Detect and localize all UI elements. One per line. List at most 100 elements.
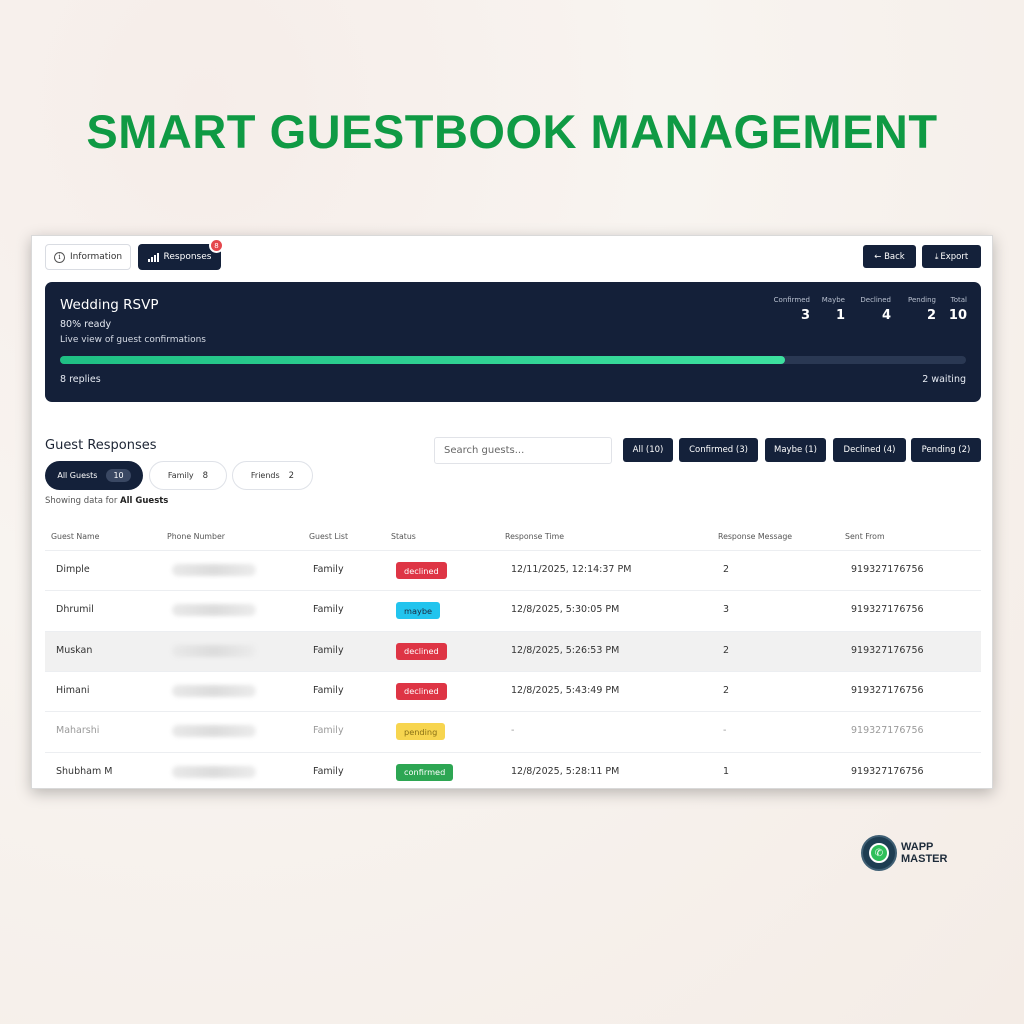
stat-value: 1: [835, 308, 845, 323]
guest-list: Family: [313, 765, 344, 777]
col-header-response-message[interactable]: Response Message: [718, 532, 792, 541]
stat-label: Confirmed: [773, 296, 810, 304]
stat-total: Total 10: [949, 296, 967, 323]
logo-line-1: WAPP: [901, 841, 934, 853]
waiting-count: 2 waiting: [922, 374, 966, 385]
stat-label: Total: [950, 296, 967, 304]
guest-list: Family: [313, 725, 344, 737]
filter-confirmed[interactable]: Confirmed (3): [679, 438, 758, 462]
sent-from: 919327176756: [851, 644, 924, 656]
info-icon: i: [53, 251, 65, 263]
filter-all[interactable]: All (10): [623, 438, 673, 462]
list-pill-family[interactable]: Family 8: [149, 461, 227, 490]
logo-line-2: MASTER: [901, 853, 948, 865]
brand-logo: ✆ WAPP MASTER: [861, 835, 947, 871]
showing-prefix: Showing data for: [45, 496, 121, 506]
replies-count: 8 replies: [60, 374, 101, 385]
response-time: -: [511, 725, 515, 737]
sent-from: 919327176756: [851, 765, 924, 777]
guest-name: Maharshi: [56, 725, 100, 737]
phone-number-redacted: [172, 644, 256, 657]
back-button[interactable]: ← Back: [863, 245, 916, 268]
sent-from: 919327176756: [851, 684, 924, 696]
guest-list: Family: [313, 684, 344, 696]
whatsapp-logo-icon: ✆: [861, 835, 897, 871]
response-time: 12/8/2025, 5:43:49 PM: [511, 684, 620, 696]
stat-pending: Pending 2: [908, 296, 936, 323]
bar-chart-icon: [147, 252, 159, 262]
response-time: 12/8/2025, 5:28:11 PM: [511, 765, 620, 777]
filter-declined[interactable]: Declined (4): [833, 438, 906, 462]
tab-information-label: Information: [69, 252, 123, 262]
tab-information[interactable]: i Information: [45, 244, 131, 270]
stat-label: Maybe: [821, 296, 845, 304]
status-badge: declined: [396, 562, 447, 579]
pill-label: Family: [167, 471, 194, 480]
export-label: Export: [940, 251, 969, 262]
stat-label: Declined: [860, 296, 891, 304]
filter-pending[interactable]: Pending (2): [911, 438, 981, 462]
col-header-guest-list[interactable]: Guest List: [309, 532, 348, 541]
stat-value: 2: [926, 308, 936, 323]
ready-percent: 80% ready: [60, 319, 112, 330]
list-pill-all-guests[interactable]: All Guests 10: [45, 461, 143, 490]
phone-number-redacted: [172, 604, 256, 617]
status-badge: confirmed: [396, 763, 454, 781]
table-row[interactable]: Himani Family declined 12/8/2025, 5:43:49 P…: [45, 670, 981, 711]
event-title: Wedding RSVP: [60, 297, 159, 313]
response-time: 12/8/2025, 5:30:05 PM: [511, 604, 620, 616]
showing-filter-text: Showing data for All Guests: [45, 496, 168, 506]
stat-confirmed: Confirmed 3: [774, 296, 810, 323]
response-time: 12/11/2025, 12:14:37 PM: [511, 564, 632, 575]
pill-label: All Guests: [57, 471, 98, 480]
filter-maybe[interactable]: Maybe (1): [765, 438, 826, 462]
status-badge: declined: [396, 642, 447, 660]
pill-count: 8: [202, 470, 209, 481]
stat-maybe: Maybe 1: [822, 296, 845, 323]
status-badge: pending: [396, 723, 446, 741]
responses-count-badge: 8: [209, 238, 224, 253]
table-row[interactable]: Shubham M Family confirmed 12/8/2025, 5:28:…: [45, 751, 981, 789]
stat-declined: Declined 4: [860, 296, 891, 323]
response-message: 2: [723, 684, 730, 696]
response-message: 2: [723, 644, 730, 656]
status-badge: maybe: [396, 602, 441, 620]
guest-name: Muskan: [56, 644, 93, 656]
response-time: 12/8/2025, 5:26:53 PM: [511, 644, 620, 656]
col-header-guest-name[interactable]: Guest Name: [51, 532, 99, 541]
sent-from: 919327176756: [851, 564, 924, 575]
response-message: 3: [723, 604, 730, 616]
guest-name: Dimple: [56, 564, 90, 575]
col-header-response-time[interactable]: Response Time: [505, 532, 564, 541]
phone-number-redacted: [172, 725, 256, 738]
guest-name: Himani: [56, 684, 90, 696]
sent-from: 919327176756: [851, 725, 924, 737]
progress-fill: [60, 356, 785, 364]
pill-count: 2: [288, 470, 295, 481]
guest-list: Family: [313, 644, 344, 656]
response-message: -: [723, 725, 727, 737]
pill-count: 10: [106, 469, 131, 482]
stat-value: 4: [881, 308, 891, 323]
tab-responses-label: Responses: [163, 252, 212, 262]
col-header-phone[interactable]: Phone Number: [167, 532, 225, 541]
table-row[interactable]: Dhrumil Family maybe 12/8/2025, 5:30:05 PM 3…: [45, 590, 981, 630]
table-row[interactable]: Maharshi Family pending - - 919327176756: [45, 711, 981, 751]
guest-list: Family: [313, 564, 344, 575]
export-button[interactable]: ⤓ Export: [922, 245, 981, 268]
table-row[interactable]: Muskan Family declined 12/8/2025, 5:26:53 P…: [45, 630, 981, 671]
list-pill-friends[interactable]: Friends 2: [232, 461, 313, 490]
app-window: i Information Responses 8 ← Back ⤓ Expor…: [31, 235, 993, 789]
table-row[interactable]: Dimple Family declined 12/11/2025, 12:14:37…: [45, 550, 981, 590]
col-header-status[interactable]: Status: [391, 532, 416, 541]
section-title: Guest Responses: [45, 438, 157, 453]
phone-number-redacted: [172, 684, 256, 697]
response-message: 2: [723, 564, 730, 575]
col-header-sent-from[interactable]: Sent From: [845, 532, 885, 541]
search-input[interactable]: [434, 437, 612, 464]
phone-number-redacted: [172, 564, 256, 576]
stat-value: 3: [800, 308, 810, 323]
guest-list: Family: [313, 604, 344, 616]
status-badge: declined: [396, 682, 447, 700]
guest-name: Shubham M: [56, 765, 113, 777]
